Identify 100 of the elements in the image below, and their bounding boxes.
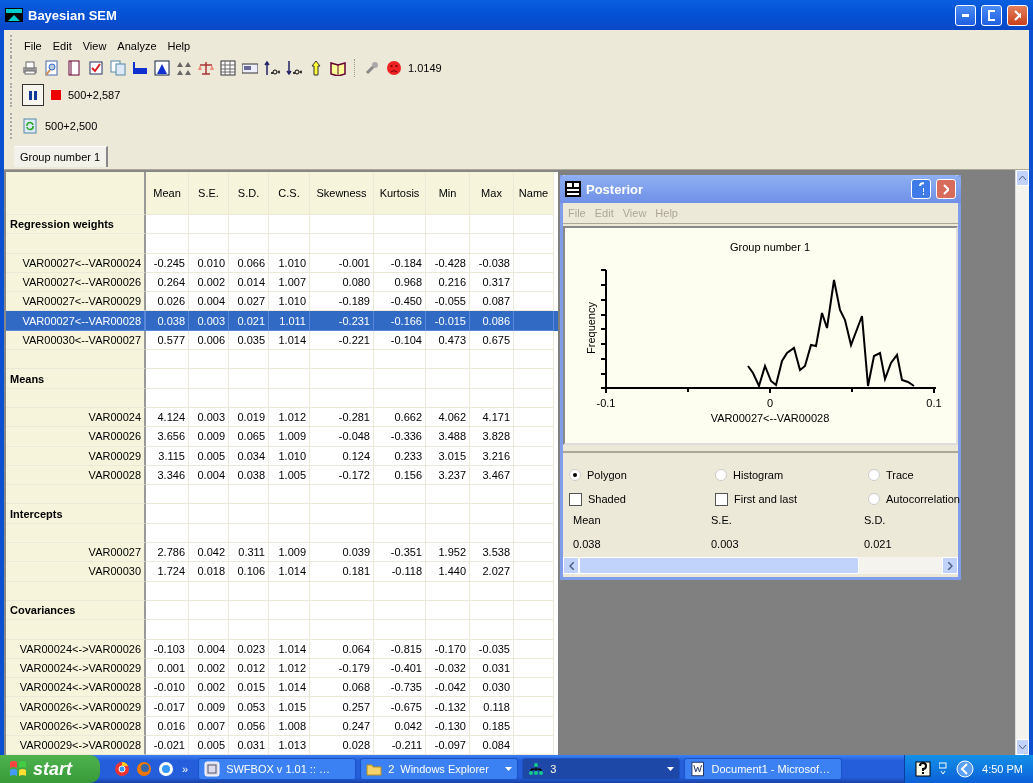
table-cell: 0.086 [470, 311, 514, 331]
table-cell [146, 581, 189, 601]
checklist-icon[interactable] [88, 60, 104, 76]
table-cell [310, 369, 374, 389]
table-cell: -0.428 [426, 253, 470, 273]
maximize-button[interactable] [981, 4, 1002, 26]
row-label: VAR00030<--VAR00027 [6, 330, 146, 351]
axis-label: VAR00027<--VAR00028 [710, 412, 830, 424]
table-cell [229, 581, 269, 601]
sad-face-icon[interactable] [386, 60, 402, 76]
table-cell [426, 504, 470, 524]
more-chevron[interactable]: » [182, 763, 189, 775]
table-cell [514, 697, 554, 717]
taskbar-button[interactable]: Document1 - Microsof… [684, 758, 843, 780]
table-cell: 2.027 [470, 562, 514, 582]
table-cell [310, 504, 374, 524]
radio-button[interactable] [715, 469, 727, 481]
table-cell [229, 620, 269, 640]
menu-item[interactable]: View [80, 40, 109, 52]
table-cell [146, 234, 189, 254]
burn-in-count: 500+2,500 [45, 120, 98, 132]
table-cell [470, 620, 514, 640]
column-header: Kurtosis [374, 172, 426, 215]
card-icon[interactable] [242, 60, 258, 76]
refresh-icon[interactable] [22, 118, 38, 134]
pointer-icon[interactable] [308, 60, 324, 76]
table-cell: -0.017 [146, 697, 189, 717]
table-cell: 0.018 [189, 562, 229, 582]
table-cell [269, 581, 310, 601]
axis-label: Frequency [585, 302, 597, 354]
table-row[interactable]: VAR00027<--VAR00028 0.038 0.003 0.021 1.011 -0.231 -0.166 -0.015 0.086 [6, 311, 558, 331]
browser-icon[interactable] [114, 761, 130, 777]
close-button[interactable] [1007, 4, 1028, 26]
globe-icon[interactable] [158, 761, 174, 777]
vertical-scrollbar[interactable] [1015, 170, 1029, 755]
table-cell: -0.038 [470, 253, 514, 273]
chart-icon[interactable] [154, 60, 170, 76]
table-cell [514, 234, 554, 254]
menu-item[interactable]: Analyze [115, 40, 159, 52]
row-label: VAR00027<--VAR00024 [6, 253, 146, 273]
decimal-down-icon[interactable] [286, 60, 302, 76]
table-cell [229, 504, 269, 524]
taskbar-button[interactable]: 2 Windows Explorer [360, 758, 519, 780]
row-label: VAR00027<--VAR00029 [6, 292, 146, 312]
help-icon[interactable] [915, 761, 932, 777]
folder-icon [366, 761, 383, 777]
checkbox[interactable] [715, 492, 728, 506]
bar-icon[interactable] [132, 60, 148, 76]
close-button[interactable] [936, 179, 956, 199]
table-cell [514, 639, 554, 659]
preview-icon[interactable] [44, 60, 60, 76]
radio-button[interactable] [868, 493, 880, 505]
minimize-button[interactable] [955, 4, 976, 26]
table-cell: 0.181 [310, 562, 374, 582]
row-label: VAR00027<--VAR00026 [6, 272, 146, 293]
window-icon [204, 761, 221, 777]
toolbar-value: 1.0149 [408, 62, 442, 74]
table-cell: 0.053 [229, 697, 269, 717]
row-label: VAR00024<->VAR00028 [6, 678, 146, 698]
windows-icon[interactable] [939, 762, 949, 776]
close-icon [943, 183, 949, 195]
document-icon [690, 761, 706, 777]
taskbar-button[interactable]: 3 [522, 758, 681, 780]
column-header: C.S. [269, 172, 310, 215]
page-icon[interactable] [66, 60, 82, 76]
book-icon[interactable] [330, 60, 346, 76]
tick-label: 0 [766, 397, 774, 409]
menu-item[interactable]: Help [165, 40, 193, 52]
table-cell [229, 388, 269, 408]
pause-icon [29, 90, 37, 100]
checkbox[interactable] [569, 492, 582, 506]
maximize-icon [988, 9, 995, 21]
scale-icon[interactable] [198, 60, 214, 76]
horizontal-scrollbar[interactable] [563, 557, 958, 574]
table-icon[interactable] [220, 60, 236, 76]
table-cell [514, 427, 554, 447]
windows-flag-icon [8, 760, 28, 778]
taskbar-button[interactable]: SWFBOX v 1.01 :: … [198, 758, 357, 780]
radio-button[interactable] [569, 469, 581, 481]
menu-item[interactable]: File [22, 40, 44, 52]
radio-button[interactable] [868, 469, 880, 481]
table-cell [310, 581, 374, 601]
row-label: VAR00026 [6, 427, 146, 447]
group-tab[interactable]: Group number 1 [14, 146, 109, 167]
decimal-up-icon[interactable] [264, 60, 280, 76]
printer-icon[interactable] [22, 60, 38, 76]
table-cell: -0.103 [146, 639, 189, 659]
table-cell: 1.011 [269, 311, 310, 331]
pause-button[interactable] [22, 84, 44, 106]
table-cell: 3.828 [470, 427, 514, 447]
triangles-icon[interactable] [176, 60, 192, 76]
table-cell [470, 234, 514, 254]
wrench-icon[interactable] [364, 60, 380, 76]
table-cell [514, 504, 554, 524]
row-label: VAR00024 [6, 407, 146, 428]
menu-item[interactable]: Edit [50, 40, 74, 52]
help-button[interactable] [911, 179, 931, 199]
table-cell [269, 620, 310, 640]
copy-icon[interactable] [110, 60, 126, 76]
table-cell: -0.336 [374, 427, 426, 447]
